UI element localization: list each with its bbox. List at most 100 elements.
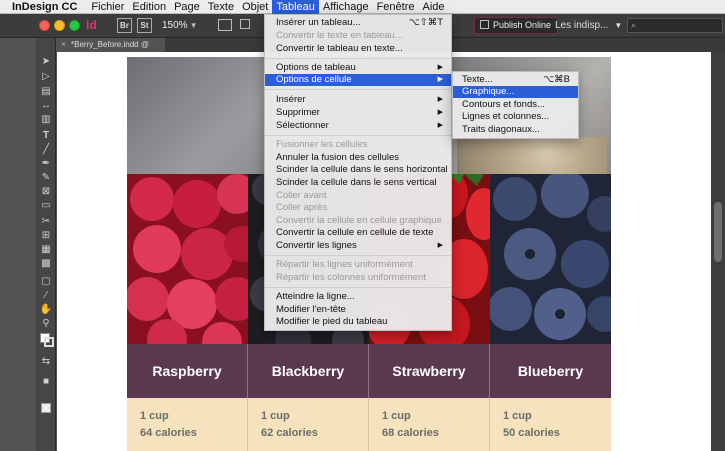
menu-item-label: Options de tableau xyxy=(276,62,356,73)
menu-item-edit-footer[interactable]: Modifier le pied du tableau xyxy=(265,316,451,328)
menu-aide[interactable]: Aide xyxy=(419,0,449,14)
page-tool-icon[interactable]: ▤ xyxy=(39,86,53,98)
window-zoom-button[interactable] xyxy=(69,20,80,31)
menu-item-label: Insérer un tableau... xyxy=(276,17,361,28)
free-transform-tool-icon[interactable]: ⊞ xyxy=(39,230,53,242)
info-cell-blackberry[interactable]: 1 cup 62 calories xyxy=(248,398,369,451)
header-cell-raspberry[interactable]: Raspberry xyxy=(127,344,248,398)
menu-item-distribute-columns: Répartir les colonnes uniformément xyxy=(276,272,426,283)
stroke-swatch[interactable] xyxy=(44,337,54,347)
document-tab[interactable]: × *Berry_Before.indd @ 150% xyxy=(57,38,165,63)
type-tool-icon[interactable]: T xyxy=(39,130,53,142)
workspace-label: Les indisp... xyxy=(555,20,609,31)
submenu-item-rows-columns[interactable]: Lignes et colonnes... xyxy=(453,111,578,123)
submenu-item-text[interactable]: Texte... ⌥⌘B xyxy=(453,74,578,86)
info-cell-raspberry[interactable]: 1 cup 64 calories xyxy=(127,398,248,451)
menu-separator xyxy=(265,58,451,59)
screen-mode-icon[interactable] xyxy=(41,403,51,413)
menu-item-cell-options[interactable]: Options de cellule ▶ xyxy=(265,74,451,86)
menu-fichier[interactable]: Fichier xyxy=(87,0,128,14)
publish-online-button[interactable]: Publish Online xyxy=(474,17,559,34)
header-cell-strawberry[interactable]: Strawberry xyxy=(369,344,490,398)
app-menu[interactable]: InDesign CC xyxy=(0,1,87,13)
menu-edition[interactable]: Edition xyxy=(128,0,170,14)
search-field[interactable]: ⌕ xyxy=(627,18,723,33)
blueberry-photo[interactable] xyxy=(490,174,611,344)
bread-image xyxy=(457,137,607,174)
menu-item-convert-rows[interactable]: Convertir les lignes ▶ xyxy=(265,240,451,252)
shortcut-label: ⌥⇧⌘T xyxy=(408,17,443,28)
view-options-icon[interactable] xyxy=(218,19,232,31)
menu-item-merge-cells: Fusionner les cellules xyxy=(276,139,368,150)
macos-menu-bar: InDesign CC Fichier Edition Page Texte O… xyxy=(0,0,725,14)
chevron-right-icon: ▶ xyxy=(437,96,443,103)
info-cell-strawberry[interactable]: 1 cup 68 calories xyxy=(369,398,490,451)
indesign-logo: Id xyxy=(86,18,97,32)
line-tool-icon[interactable]: ╱ xyxy=(39,144,53,156)
header-cell-blueberry[interactable]: Blueberry xyxy=(490,344,611,398)
menu-texte[interactable]: Texte xyxy=(204,0,238,14)
chevron-right-icon: ▶ xyxy=(437,64,443,71)
submenu-item-diagonal-lines[interactable]: Traits diagonaux... xyxy=(453,124,578,136)
scrollbar-thumb[interactable] xyxy=(714,202,722,262)
bridge-button[interactable]: Br xyxy=(117,18,132,33)
stock-button[interactable]: St xyxy=(137,18,152,33)
calories-text: 62 calories xyxy=(261,427,318,439)
zoom-tool-icon[interactable]: ⚲ xyxy=(39,318,53,330)
pen-tool-icon[interactable]: ✒ xyxy=(39,158,53,170)
menu-item-convert-to-text-cell[interactable]: Convertir la cellule en cellule de texte xyxy=(265,227,451,239)
menu-separator xyxy=(265,89,451,90)
vertical-scrollbar[interactable] xyxy=(711,52,725,451)
menu-page[interactable]: Page xyxy=(170,0,204,14)
submenu-item-strokes-fills[interactable]: Contours et fonds... xyxy=(453,99,578,111)
gradient-swatch-tool-icon[interactable]: ▦ xyxy=(39,244,53,256)
workspace-switcher[interactable]: Les indisp... ▼ xyxy=(555,18,622,33)
content-collector-icon[interactable]: ▥ xyxy=(39,114,53,126)
calories-text: 68 calories xyxy=(382,427,439,439)
menu-objet[interactable]: Objet xyxy=(238,0,272,14)
menu-item-convert-table-to-text[interactable]: Convertir le tableau en texte... xyxy=(265,43,451,55)
calories-text: 64 calories xyxy=(140,427,197,439)
menu-tableau[interactable]: Tableau xyxy=(272,0,319,14)
menu-item-paste-after: Coller après xyxy=(276,202,328,213)
pencil-tool-icon[interactable]: ✎ xyxy=(39,172,53,184)
apply-color-icon[interactable]: ■ xyxy=(39,376,53,388)
close-icon[interactable]: × xyxy=(61,38,66,52)
window-close-button[interactable] xyxy=(39,20,50,31)
menu-item-split-horizontal[interactable]: Scinder la cellule dans le sens horizont… xyxy=(265,164,451,176)
chevron-right-icon: ▶ xyxy=(437,109,443,116)
zoom-level-dropdown[interactable]: 150% ▼ xyxy=(162,18,198,33)
menu-separator xyxy=(265,135,451,136)
hand-tool-icon[interactable]: ✋ xyxy=(39,304,53,316)
menu-item-delete[interactable]: Supprimer ▶ xyxy=(265,107,451,119)
table-info-row: 1 cup 64 calories 1 cup 62 calories 1 cup 6… xyxy=(127,398,611,451)
chevron-right-icon: ▶ xyxy=(437,122,443,129)
swap-colors-icon[interactable]: ⇆ xyxy=(39,356,53,368)
menu-item-split-vertical[interactable]: Scinder la cellule dans le sens vertical xyxy=(265,177,451,189)
header-cell-blackberry[interactable]: Blackberry xyxy=(248,344,369,398)
menu-item-go-to-row[interactable]: Atteindre la ligne... xyxy=(265,291,451,303)
window-minimize-button[interactable] xyxy=(54,20,65,31)
menu-item-table-options[interactable]: Options de tableau ▶ xyxy=(265,62,451,74)
raspberry-photo[interactable] xyxy=(127,174,248,344)
scissors-tool-icon[interactable]: ✂ xyxy=(39,216,53,228)
menu-item-edit-header[interactable]: Modifier l'en-tête xyxy=(265,304,451,316)
menu-item-unmerge-cells[interactable]: Annuler la fusion des cellules xyxy=(265,152,451,164)
selection-tool-icon[interactable]: ➤ xyxy=(39,56,53,68)
menu-affichage[interactable]: Affichage xyxy=(319,0,373,14)
info-cell-blueberry[interactable]: 1 cup 50 calories xyxy=(490,398,611,451)
menu-item-insert-table[interactable]: Insérer un tableau... ⌥⇧⌘T xyxy=(265,17,451,29)
screen-mode-icon[interactable] xyxy=(240,19,250,29)
rectangle-tool-icon[interactable]: ▭ xyxy=(39,200,53,212)
menu-item-select[interactable]: Sélectionner ▶ xyxy=(265,120,451,132)
portion-text: 1 cup xyxy=(382,410,411,422)
menu-item-insert[interactable]: Insérer ▶ xyxy=(265,94,451,106)
eyedropper-tool-icon[interactable]: ⁄ xyxy=(39,290,53,302)
gap-tool-icon[interactable]: ↔ xyxy=(39,100,53,112)
note-tool-icon[interactable]: ▢ xyxy=(39,276,53,288)
submenu-item-graphic[interactable]: Graphique... xyxy=(453,86,578,98)
gradient-feather-tool-icon[interactable]: ▩ xyxy=(39,258,53,270)
menu-fenetre[interactable]: Fenêtre xyxy=(373,0,419,14)
direct-selection-tool-icon[interactable]: ▷ xyxy=(39,71,53,83)
rectangle-frame-tool-icon[interactable]: ⊠ xyxy=(39,186,53,198)
